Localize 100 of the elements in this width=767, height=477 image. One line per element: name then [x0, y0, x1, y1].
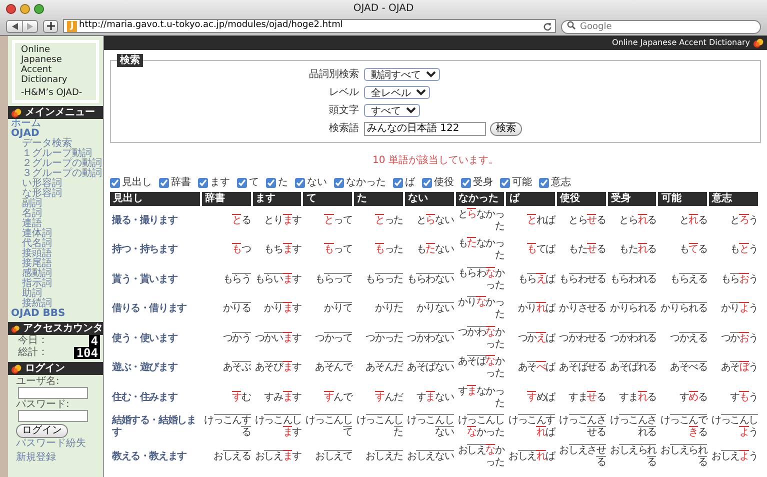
accent-cell-text: も らわれる: [608, 272, 656, 287]
menu-link[interactable]: 感動詞: [8, 269, 52, 279]
column-header: 可能: [658, 192, 708, 206]
accent-cell-text: も らった: [364, 272, 403, 287]
menu-link[interactable]: 助詞: [8, 289, 42, 299]
sidebar-link[interactable]: 新規登録: [16, 453, 56, 463]
checkbox[interactable]: [422, 178, 432, 188]
counter-label: 総計：: [18, 347, 48, 359]
accent-cell-text: すめる: [678, 390, 708, 405]
zoom-button[interactable]: [34, 4, 44, 14]
checkbox[interactable]: [295, 178, 305, 188]
add-bookmark-button[interactable]: [43, 20, 58, 32]
accent-cell-text: あそびます: [254, 360, 302, 376]
accent-cell-text: あそぶ: [222, 360, 251, 376]
menu-link[interactable]: 連語: [8, 219, 42, 229]
accent-cell-text: かりる: [222, 301, 251, 316]
accent-cell-text: つかえば: [516, 330, 556, 346]
headword-cell[interactable]: 結婚する・結婚します: [110, 412, 200, 442]
menu-link[interactable]: OJAD BBS: [8, 309, 66, 319]
checkbox[interactable]: [539, 178, 549, 188]
search-input[interactable]: みんなの日本語 122: [364, 122, 486, 136]
headword-cell[interactable]: 遊ぶ・遊びます: [110, 354, 200, 383]
headword-cell[interactable]: 撮る・撮ります: [110, 206, 200, 236]
checkbox[interactable]: [461, 178, 471, 188]
menu-link[interactable]: 副詞: [8, 199, 42, 209]
accent-cell-text: とられる: [618, 212, 656, 228]
menu-link[interactable]: 連体詞: [8, 229, 52, 239]
menu-link[interactable]: ホーム: [8, 119, 41, 129]
accent-cell-text: おしえる: [212, 448, 251, 464]
accent-cell-text: すませる: [568, 390, 606, 405]
minimize-button[interactable]: [20, 4, 30, 14]
accent-cell-text: もらえば: [516, 272, 556, 287]
checkbox-label[interactable]: 意志: [551, 177, 571, 188]
password-field[interactable]: [18, 410, 88, 422]
checkbox[interactable]: [500, 178, 510, 188]
accent-cell-text: すんで: [323, 390, 352, 405]
column-header: ば: [506, 192, 556, 206]
accent-cell-text: かりられる: [608, 301, 656, 316]
accent-cell-text: つかわなかった: [456, 324, 504, 352]
accent-cell-text: おしえられる: [608, 442, 656, 470]
close-button[interactable]: [6, 4, 16, 14]
accent-cell-text: とれる: [678, 212, 708, 228]
checkbox-label[interactable]: ない: [307, 177, 327, 188]
window-title: OJAD - OJAD: [353, 3, 414, 14]
checkbox[interactable]: [266, 178, 276, 188]
checkbox-label[interactable]: て: [249, 177, 259, 188]
menu-link[interactable]: 指示詞: [8, 279, 52, 289]
counter-label: 今日：: [18, 335, 48, 346]
accent-cell-text: けっこんさせる: [558, 413, 606, 440]
address-bar[interactable]: J http://maria.gavo.t.u-tokyo.ac.jp/modules/ojad/hoge2.html: [63, 19, 556, 33]
menu-link[interactable]: ３グループの動詞: [8, 169, 102, 179]
checkbox-label[interactable]: 辞書: [171, 177, 191, 188]
checkbox-label[interactable]: なかった: [346, 177, 386, 188]
menu-link[interactable]: な形容詞: [8, 189, 62, 199]
headword-cell[interactable]: 使う・使います: [110, 324, 200, 354]
checkbox-label[interactable]: ば: [405, 177, 415, 188]
menu-link[interactable]: 接頭語: [8, 249, 52, 259]
menu-link[interactable]: OJAD: [8, 129, 40, 139]
column-header: て: [303, 192, 352, 206]
menu-link[interactable]: ２グループの動詞: [8, 159, 102, 169]
menu-link[interactable]: 接尾語: [8, 259, 52, 269]
checkbox[interactable]: [159, 178, 169, 188]
checkbox-label[interactable]: た: [278, 177, 288, 188]
checkbox[interactable]: [237, 178, 247, 188]
checkbox[interactable]: [198, 178, 208, 188]
headword-cell[interactable]: 教える・教えます: [110, 442, 200, 472]
headword-cell[interactable]: 借りる・借ります: [110, 294, 200, 324]
site-favicon: J: [67, 20, 77, 32]
left-triangle-icon: [12, 23, 18, 30]
accent-cell-text: と る: [231, 212, 251, 228]
checkbox-label[interactable]: ます: [210, 177, 230, 188]
username-field[interactable]: [18, 387, 88, 399]
menu-link[interactable]: データ検索: [8, 139, 72, 149]
checkbox-label[interactable]: 見出し: [122, 177, 152, 188]
checkbox-label[interactable]: 受身: [473, 177, 493, 188]
menu-link[interactable]: 代名詞: [8, 239, 52, 249]
headword-cell[interactable]: 住む・住みます: [110, 383, 200, 412]
fireball-icon: [11, 324, 20, 334]
menu-link[interactable]: １グループ動詞: [8, 149, 92, 159]
checkbox[interactable]: [393, 178, 403, 188]
menu-link[interactable]: 接続詞: [8, 299, 52, 309]
search-button[interactable]: 検索: [490, 122, 522, 136]
menu-link[interactable]: 名詞: [8, 209, 42, 219]
reload-icon[interactable]: [543, 22, 552, 30]
checkbox[interactable]: [334, 178, 344, 188]
search-field[interactable]: Google: [561, 20, 761, 34]
checkbox-label[interactable]: 使役: [434, 177, 454, 188]
headword-cell[interactable]: 貰う・貰います: [110, 265, 200, 294]
dropdown[interactable]: 全レベル: [364, 86, 430, 99]
checkbox-label[interactable]: 可能: [512, 177, 532, 188]
sidebar-link[interactable]: パスワード紛失: [16, 439, 86, 449]
headword-cell[interactable]: 持つ・持ちます: [110, 236, 200, 265]
menu-link[interactable]: い形容詞: [8, 179, 62, 189]
accent-cell-text: あそべば: [516, 360, 556, 376]
accent-cell-text: つかえる: [668, 330, 708, 346]
dropdown[interactable]: すべて: [364, 104, 420, 117]
checkbox[interactable]: [110, 178, 120, 188]
dropdown[interactable]: 動詞すべて: [364, 68, 440, 81]
accent-cell-text: すまなかった: [456, 384, 504, 411]
login-button[interactable]: ログイン: [16, 424, 68, 438]
